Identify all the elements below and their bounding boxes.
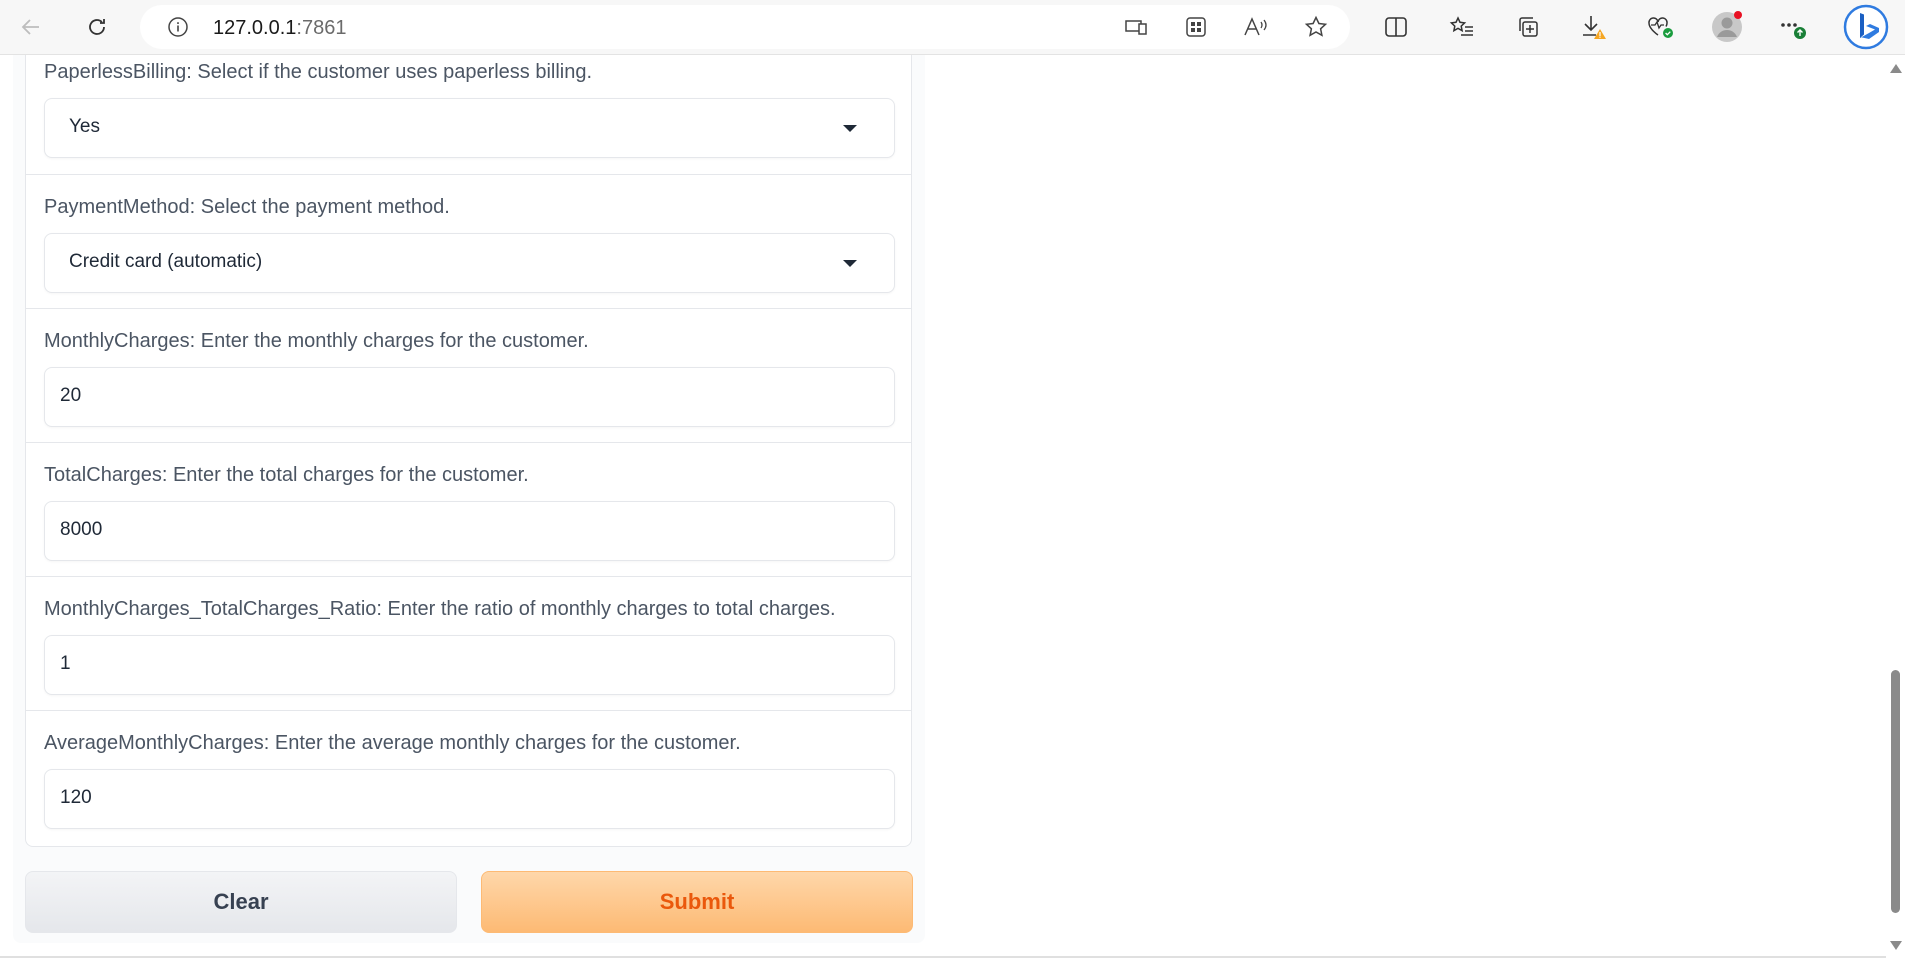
star-icon[interactable] (1298, 9, 1334, 45)
download-icon[interactable] (1576, 9, 1612, 45)
field-total-charges: TotalCharges: Enter the total charges fo… (26, 443, 911, 577)
monthly-charges-input[interactable]: 20 (44, 367, 895, 427)
charges-ratio-input[interactable]: 1 (44, 635, 895, 695)
vertical-scrollbar[interactable] (1886, 55, 1905, 958)
field-label: AverageMonthlyCharges: Enter the average… (44, 732, 741, 754)
scroll-down-arrow-icon[interactable] (1890, 941, 1902, 950)
field-charges-ratio: MonthlyCharges_TotalCharges_Ratio: Enter… (26, 577, 911, 711)
field-monthly-charges: MonthlyCharges: Enter the monthly charge… (26, 309, 911, 443)
split-screen-icon[interactable] (1378, 9, 1414, 45)
url-host: 127.0.0.1 (213, 17, 297, 39)
field-payment-method: PaymentMethod: Select the payment method… (26, 175, 911, 309)
caret-down-icon (843, 125, 857, 132)
field-paperless-billing: PaperlessBilling: Select if the customer… (26, 55, 911, 175)
app-available-icon[interactable] (1118, 9, 1154, 45)
field-label: MonthlyCharges: Enter the monthly charge… (44, 330, 589, 352)
bing-copilot-icon[interactable] (1843, 4, 1889, 50)
refresh-icon[interactable] (79, 9, 115, 45)
field-label: TotalCharges: Enter the total charges fo… (44, 464, 529, 486)
submit-button[interactable]: Submit (481, 871, 913, 933)
paperless-billing-dropdown[interactable]: Yes (44, 98, 895, 158)
scroll-up-arrow-icon[interactable] (1890, 64, 1902, 73)
back-arrow-icon[interactable] (13, 9, 49, 45)
dropdown-value: Yes (69, 116, 100, 137)
input-value: 1 (60, 653, 71, 674)
read-aloud-icon[interactable] (1238, 9, 1274, 45)
payment-method-dropdown[interactable]: Credit card (automatic) (44, 233, 895, 293)
field-average-monthly-charges: AverageMonthlyCharges: Enter the average… (26, 711, 911, 845)
page-content: PaperlessBilling: Select if the customer… (0, 55, 1882, 958)
url-port: :7861 (296, 17, 347, 39)
average-monthly-charges-input[interactable]: 120 (44, 769, 895, 829)
profile-avatar-icon[interactable] (1709, 9, 1745, 45)
input-value: 20 (60, 385, 82, 406)
favorites-icon[interactable] (1444, 9, 1480, 45)
address-bar[interactable]: 127.0.0.1:7861 (140, 5, 1350, 49)
field-label: PaymentMethod: Select the payment method… (44, 196, 450, 218)
browser-toolbar: 127.0.0.1:7861 (0, 0, 1905, 55)
total-charges-input[interactable]: 8000 (44, 501, 895, 561)
url-text: 127.0.0.1:7861 (213, 17, 346, 40)
qr-code-icon[interactable] (1178, 9, 1214, 45)
input-value: 120 (60, 787, 92, 808)
input-value: 8000 (60, 519, 103, 540)
more-icon[interactable] (1775, 9, 1811, 45)
info-icon[interactable] (160, 9, 196, 45)
field-label: MonthlyCharges_TotalCharges_Ratio: Enter… (44, 598, 836, 620)
field-label: PaperlessBilling: Select if the customer… (44, 61, 593, 83)
scrollbar-thumb[interactable] (1891, 670, 1900, 913)
browser-essentials-icon[interactable] (1642, 9, 1678, 45)
dropdown-value: Credit card (automatic) (69, 251, 263, 272)
collections-icon[interactable] (1510, 9, 1546, 45)
clear-button[interactable]: Clear (25, 871, 457, 933)
caret-down-icon (843, 260, 857, 267)
input-form: PaperlessBilling: Select if the customer… (25, 55, 912, 847)
